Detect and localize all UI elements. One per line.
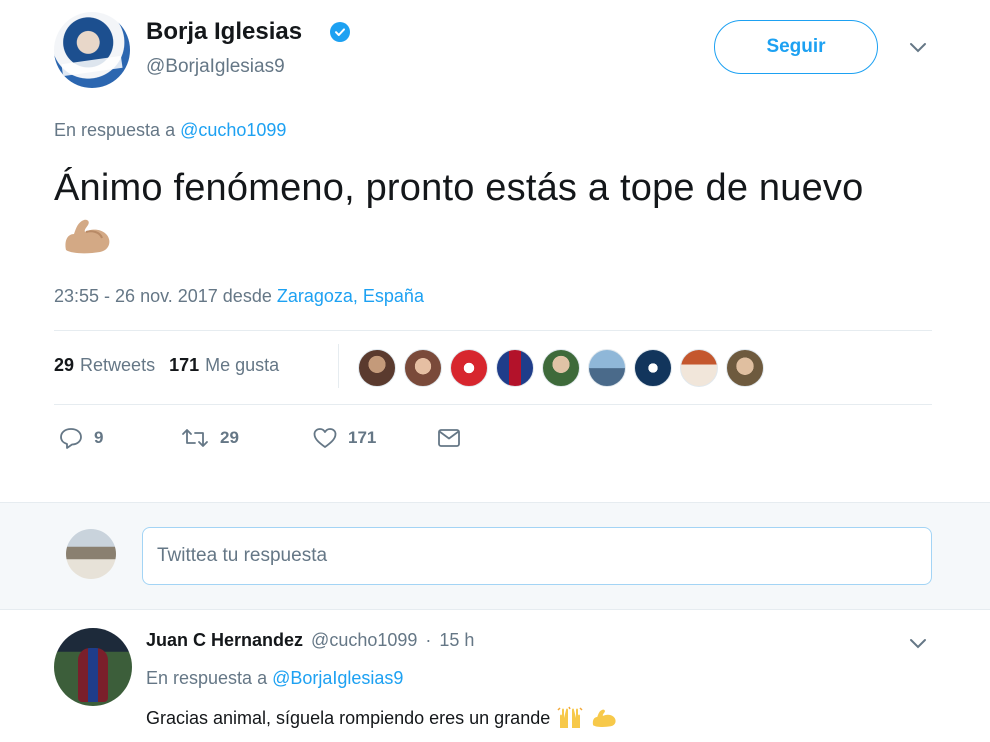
retweet-count: 29 bbox=[220, 428, 239, 447]
retweets-stat[interactable]: 29 Retweets bbox=[54, 355, 155, 376]
chevron-down-icon[interactable] bbox=[906, 38, 930, 58]
reply-action[interactable]: 9 bbox=[58, 426, 180, 450]
retweet-icon bbox=[182, 429, 208, 447]
reply-mention-link[interactable]: @BorjaIglesias9 bbox=[272, 668, 403, 688]
stats-separator bbox=[338, 344, 339, 388]
follow-button[interactable]: Seguir bbox=[714, 20, 878, 74]
chevron-down-icon[interactable] bbox=[906, 634, 930, 654]
liker-avatar[interactable] bbox=[726, 349, 764, 387]
reply-text: Gracias animal, síguela rompiendo eres u… bbox=[146, 706, 618, 730]
raising-hands-icon bbox=[557, 706, 583, 728]
likes-label: Me gusta bbox=[205, 355, 280, 375]
reply-separator: · bbox=[425, 630, 432, 650]
reply-context: En respuesta a @cucho1099 bbox=[54, 120, 286, 141]
author-name[interactable]: Borja Iglesias bbox=[146, 18, 302, 46]
reply-count: 9 bbox=[94, 428, 104, 447]
retweets-label: Retweets bbox=[80, 355, 156, 375]
reply-header: Juan C Hernandez @cucho1099 · 15 h bbox=[146, 630, 474, 651]
reply-prefix: En respuesta a bbox=[54, 120, 176, 140]
main-tweet: Borja Iglesias @BorjaIglesias9 Seguir En… bbox=[0, 0, 990, 502]
retweets-count: 29 bbox=[54, 355, 75, 375]
reply-tweet: Juan C Hernandez @cucho1099 · 15 h En re… bbox=[0, 610, 990, 742]
reply-author-handle[interactable]: @cucho1099 bbox=[311, 630, 417, 651]
divider bbox=[54, 330, 932, 331]
tweet-timestamp: 23:55 - 26 nov. 2017 desde Zaragoza, Esp… bbox=[54, 286, 424, 307]
like-action[interactable]: 171 bbox=[312, 426, 436, 450]
tweet-actions: 9 29 171 bbox=[58, 426, 462, 450]
liker-avatar[interactable] bbox=[680, 349, 718, 387]
liker-avatar[interactable] bbox=[634, 349, 672, 387]
liker-avatar[interactable] bbox=[358, 349, 396, 387]
flexed-biceps-icon bbox=[65, 219, 110, 254]
reply-input[interactable] bbox=[142, 527, 932, 585]
envelope-icon bbox=[438, 429, 460, 447]
tweet-body: Ánimo fenómeno, pronto estás a tope de n… bbox=[54, 167, 864, 209]
liker-avatar[interactable] bbox=[496, 349, 534, 387]
like-count: 171 bbox=[348, 428, 377, 447]
liker-avatar[interactable] bbox=[542, 349, 580, 387]
liker-avatar[interactable] bbox=[404, 349, 442, 387]
tweet-stats: 29 Retweets 171 Me gusta bbox=[54, 355, 279, 376]
author-avatar[interactable] bbox=[54, 12, 130, 88]
tweet-text: Ánimo fenómeno, pronto estás a tope de n… bbox=[54, 164, 914, 260]
liker-avatar[interactable] bbox=[450, 349, 488, 387]
timestamp-text[interactable]: 23:55 - 26 nov. 2017 desde bbox=[54, 286, 272, 306]
liker-avatars bbox=[358, 349, 764, 387]
heart-icon bbox=[313, 428, 337, 448]
direct-message-action[interactable] bbox=[436, 427, 462, 449]
location-link[interactable]: Zaragoza, España bbox=[277, 286, 424, 306]
reply-time[interactable]: 15 h bbox=[439, 630, 474, 651]
reply-mention-link[interactable]: @cucho1099 bbox=[180, 120, 286, 140]
flexed-biceps-icon bbox=[593, 709, 616, 727]
reply-author-avatar[interactable] bbox=[54, 628, 132, 706]
reply-icon bbox=[60, 428, 82, 449]
author-handle[interactable]: @BorjaIglesias9 bbox=[146, 56, 285, 78]
liker-avatar[interactable] bbox=[588, 349, 626, 387]
reply-author-name[interactable]: Juan C Hernandez bbox=[146, 630, 303, 651]
likes-stat[interactable]: 171 Me gusta bbox=[169, 355, 279, 376]
reply-prefix: En respuesta a bbox=[146, 668, 268, 688]
reply-context: En respuesta a @BorjaIglesias9 bbox=[146, 668, 403, 689]
reply-body: Gracias animal, síguela rompiendo eres u… bbox=[146, 707, 551, 728]
retweet-action[interactable]: 29 bbox=[180, 426, 312, 450]
reply-composer bbox=[0, 502, 990, 610]
likes-count: 171 bbox=[169, 355, 200, 375]
divider bbox=[54, 404, 932, 405]
current-user-avatar[interactable] bbox=[66, 529, 116, 579]
verified-badge-icon bbox=[330, 22, 350, 42]
